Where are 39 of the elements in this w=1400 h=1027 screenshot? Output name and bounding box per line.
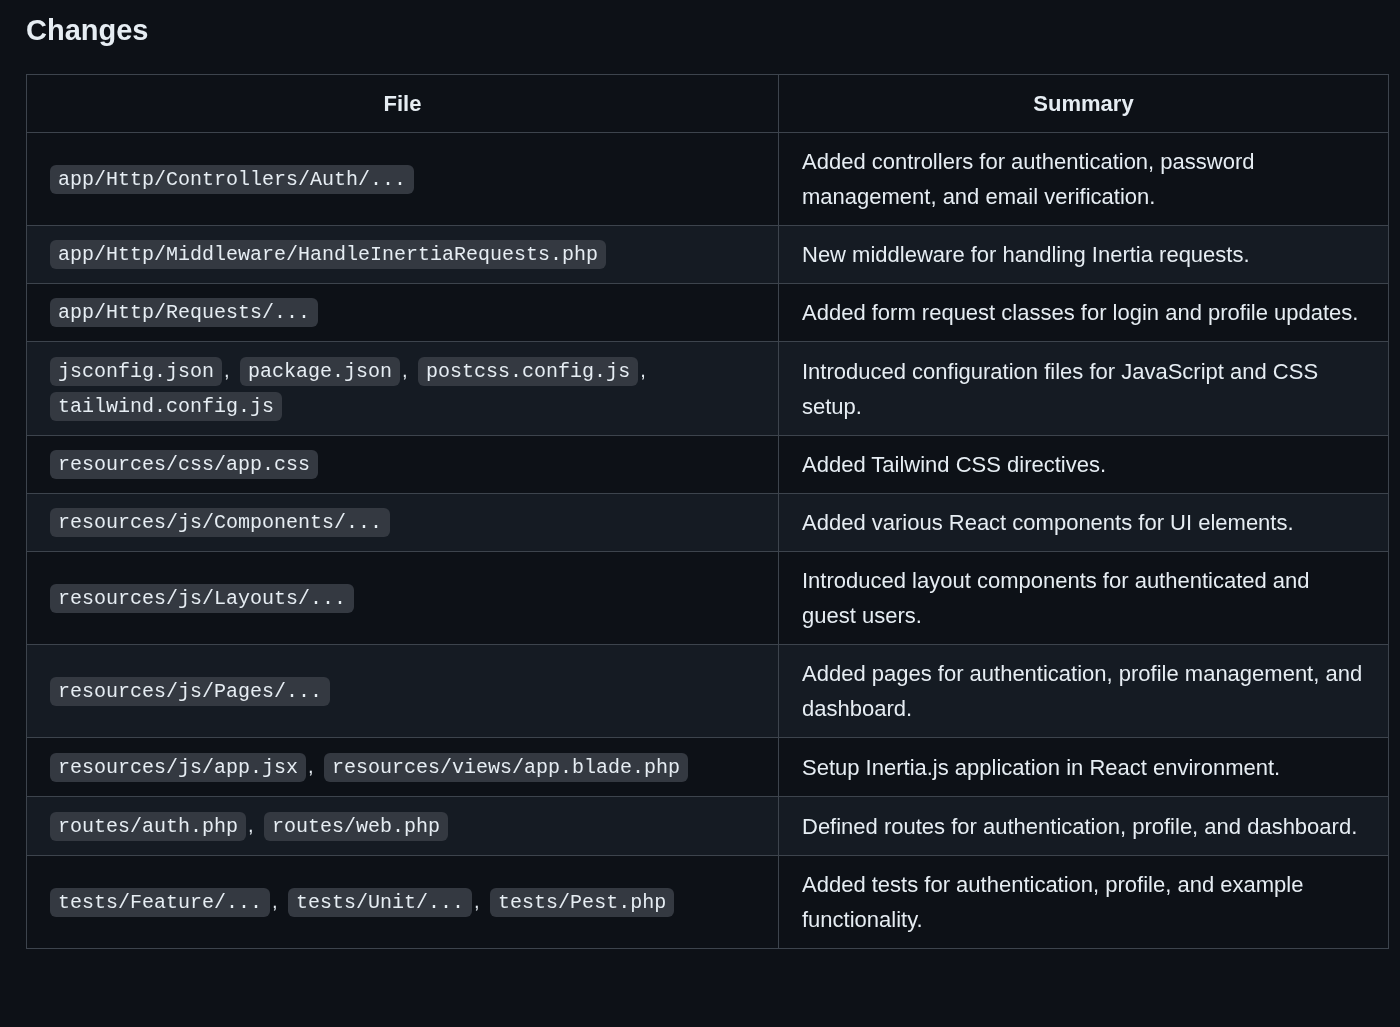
comma-separator: , [272,890,278,912]
column-header: File [26,74,779,133]
file-path-code: tests/Feature/... [50,888,271,917]
comma-separator: , [474,890,480,912]
comma-separator: , [224,359,230,381]
file-path-code: resources/js/Components/... [50,508,391,537]
comma-separator: , [640,359,646,381]
comma-separator: , [308,755,314,777]
file-path-code: app/Http/Requests/... [50,298,319,327]
file-path-code: resources/js/Layouts/... [50,583,355,613]
summary-cell: Added controllers for authentication, password management, and email verification. [778,132,1389,226]
summary-cell: New middleware for handling Inertia requests. [778,225,1389,284]
file-path-code: routes/auth.php [50,812,247,841]
summary-cell: Introduced layout components for authenticated and guest users. [778,551,1389,645]
column-header: Summary [778,74,1389,133]
summary-cell: Introduced configuration files for JavaScript and CSS setup. [778,341,1389,436]
summary-cell: Added Tailwind CSS directives. [778,435,1389,494]
file-path-code: resources/css/app.css [50,450,319,479]
section-heading: Changes [26,13,149,48]
file-path-code: tailwind.config.js [50,392,283,421]
file-path-code: jsconfig.json [50,357,223,386]
file-path-code: tests/Pest.php [490,888,675,917]
summary-cell: Added tests for authentication, profile, and example functionality. [778,855,1389,949]
file-path-code: resources/js/Pages/... [50,676,331,706]
file-path-code: resources/js/app.jsx [50,753,307,782]
comma-separator: , [402,359,408,381]
file-path-code: resources/views/app.blade.php [324,753,689,782]
summary-cell: Defined routes for authentication, profile, and dashboard. [778,796,1389,856]
summary-cell: Added various React components for UI elements. [778,493,1389,552]
comma-separator: , [248,814,254,836]
file-path-code: postcss.config.js [418,357,639,386]
file-path-code: package.json [240,357,401,386]
file-path-code: tests/Unit/... [288,888,473,917]
summary-cell: Setup Inertia.js application in React environment. [778,737,1389,797]
file-path-code: app/Http/Controllers/Auth/... [50,164,415,194]
file-path-code: app/Http/Middleware/HandleInertiaRequests.php [50,240,607,269]
file-path-code: routes/web.php [264,812,449,841]
summary-cell: Added pages for authentication, profile management, and dashboard. [778,644,1389,738]
summary-cell: Added form request classes for login and profile updates. [778,283,1389,342]
